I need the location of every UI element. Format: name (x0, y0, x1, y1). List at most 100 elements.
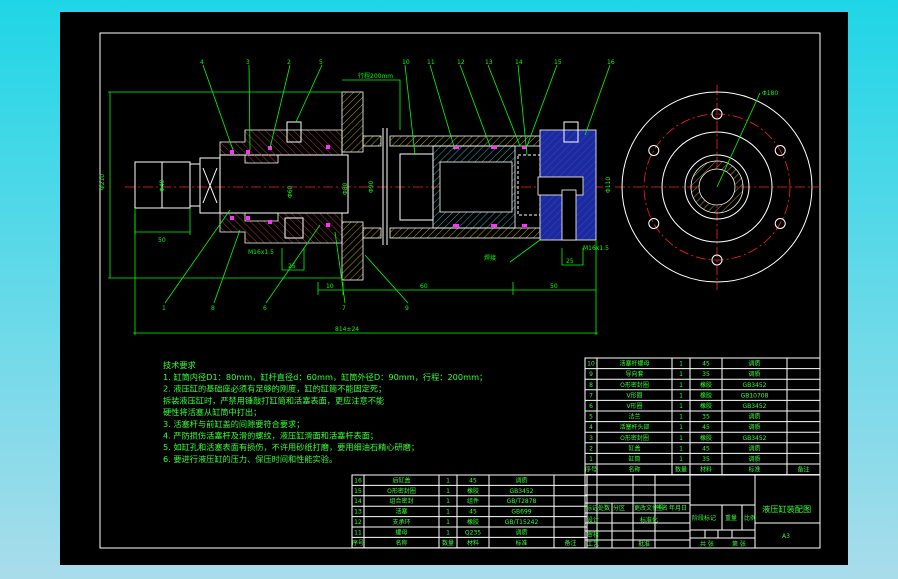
parts-cell: 9 (589, 371, 593, 378)
dim-rod-end-diameter: Φ40 (159, 179, 166, 192)
parts-cell: 后缸盖 (392, 476, 410, 484)
parts-cell: 数量 (442, 539, 454, 547)
parts-cell: 缸筒 (628, 455, 640, 463)
drawing-canvas[interactable] (60, 12, 848, 565)
parts-cell: 35 (702, 414, 710, 421)
parts-cell: 活塞 (395, 508, 407, 516)
parts-cell: 序号 (352, 539, 364, 547)
balloon-number: 11 (427, 59, 435, 66)
parts-cell: 13 (354, 509, 362, 516)
standard-label: 标准化 (640, 516, 658, 524)
dim-pitch-circle: Φ180 (762, 90, 778, 97)
parts-cell: GB3452 (742, 403, 766, 410)
revision-label: 标记 (586, 504, 598, 512)
dim-outer-diameter: Φ210 (99, 174, 106, 190)
note-line: 2. 液压缸的基础座必须有足够的刚度，缸的缸筒不能固定死； (163, 384, 386, 394)
parts-cell: 活塞杆螺母 (619, 360, 649, 368)
parts-cell: 1 (679, 371, 683, 378)
parts-cell: 螺母 (395, 528, 407, 536)
parts-cell: 橡胶 (700, 402, 712, 410)
dim-cap-diameter: Φ110 (605, 177, 612, 193)
revision-label: 年月日 (669, 504, 687, 512)
parts-cell: 法兰 (628, 413, 640, 421)
parts-cell: 14 (354, 498, 362, 505)
parts-cell: 调质 (748, 444, 760, 452)
parts-cell: 标准 (515, 539, 527, 547)
parts-cell: 5 (589, 414, 593, 421)
dim-piston-diameter: Φ80 (342, 182, 349, 195)
parts-cell: 12 (354, 519, 362, 526)
parts-cell: 1 (446, 509, 450, 516)
parts-cell: 1 (679, 445, 683, 452)
parts-cell: 备注 (564, 539, 576, 547)
parts-cell: 1 (679, 403, 683, 410)
dim-rod-end: 50 (158, 237, 166, 244)
parts-cell: 1 (679, 361, 683, 368)
parts-cell: 1 (679, 392, 683, 399)
flange-top (341, 91, 364, 153)
note-line: 拆装液压缸时，严禁用锤敲打缸筒和活塞表面，更应注意不能 (163, 395, 384, 405)
parts-cell: 调质 (515, 528, 527, 536)
parts-cell: 1 (679, 456, 683, 463)
parts-cell: 序号 (585, 466, 597, 474)
parts-cell: GB/T2878 (507, 498, 537, 505)
parts-cell: 3 (589, 435, 593, 442)
dim-port-left: M16x1.5 (248, 249, 274, 256)
parts-cell: 1 (679, 435, 683, 442)
drawing-number: A3 (782, 533, 790, 540)
sheet-number-label: 第 张 (732, 540, 746, 548)
dim-rod-diameter: Φ60 (287, 185, 294, 198)
rear-port (561, 189, 577, 241)
parts-cell: 1 (679, 382, 683, 389)
parts-cell: 橡胶 (467, 518, 479, 526)
parts-cell: O形密封圈 (620, 381, 649, 389)
parts-cell: 1 (679, 414, 683, 421)
parts-cell: 4 (589, 424, 593, 431)
parts-cell: 15 (354, 488, 362, 495)
parts-cell: 1 (446, 488, 450, 495)
dim-total-length: 814±24 (335, 326, 359, 333)
dim-seg3: 50 (550, 283, 558, 290)
parts-cell: 活塞杆头部 (619, 423, 649, 431)
note-line: 1. 缸筒内径D1：80mm，缸杆直径d：60mm，缸筒外径D：90mm，行程：… (163, 372, 487, 382)
balloon-number: 4 (200, 59, 204, 66)
parts-cell: 1 (589, 456, 593, 463)
parts-cell: 45 (702, 424, 710, 431)
parts-cell: 1 (679, 424, 683, 431)
notes-heading: 技术要求 (163, 360, 196, 370)
balloon-number: 8 (211, 305, 215, 312)
parts-cell: 缸盖 (628, 444, 640, 452)
note-line: 6. 要进行液压缸的压力、保压时间和性能实验。 (163, 454, 337, 464)
parts-cell: 调质 (748, 413, 760, 421)
parts-cell: 组合密封 (389, 497, 413, 505)
parts-cell: V形圈 (626, 402, 642, 410)
parts-cell: 45 (469, 509, 477, 516)
balloon-number: 3 (246, 59, 250, 66)
note-line: 硬性将活塞从缸筒中打出； (163, 407, 261, 417)
balloon-number: 9 (405, 305, 409, 312)
dim-port-pitch-left: 25 (288, 263, 296, 270)
parts-cell: 调质 (748, 370, 760, 378)
parts-cell: 名称 (628, 466, 640, 474)
parts-cell: 2 (589, 445, 593, 452)
dim-tube-diameter: Φ90 (368, 180, 375, 193)
parts-cell: V形圈 (626, 391, 642, 399)
parts-cell: 橡胶 (700, 391, 712, 399)
balloon-number: 15 (554, 59, 562, 66)
parts-cell: 45 (702, 361, 710, 368)
balloon-number: 13 (485, 59, 493, 66)
parts-cell: 10 (587, 361, 595, 368)
balloon-number: 5 (319, 59, 323, 66)
revision-labels: 标记 处数 分区 更改文件号签名 年月日 (586, 504, 687, 512)
flange-bottom (341, 221, 364, 281)
weight-label: 重量 (725, 514, 737, 522)
balloon-number: 1 (162, 305, 166, 312)
parts-cell: 导向套 (625, 370, 643, 378)
parts-cell: O形密封圈 (620, 434, 649, 442)
balloon-number: 14 (515, 59, 523, 66)
balloon-number: 6 (263, 305, 267, 312)
parts-cell: 调质 (748, 455, 760, 463)
dim-seg1: 10 (326, 283, 334, 290)
parts-cell: 标准 (748, 466, 760, 474)
parts-cell: 橡胶 (467, 487, 479, 495)
